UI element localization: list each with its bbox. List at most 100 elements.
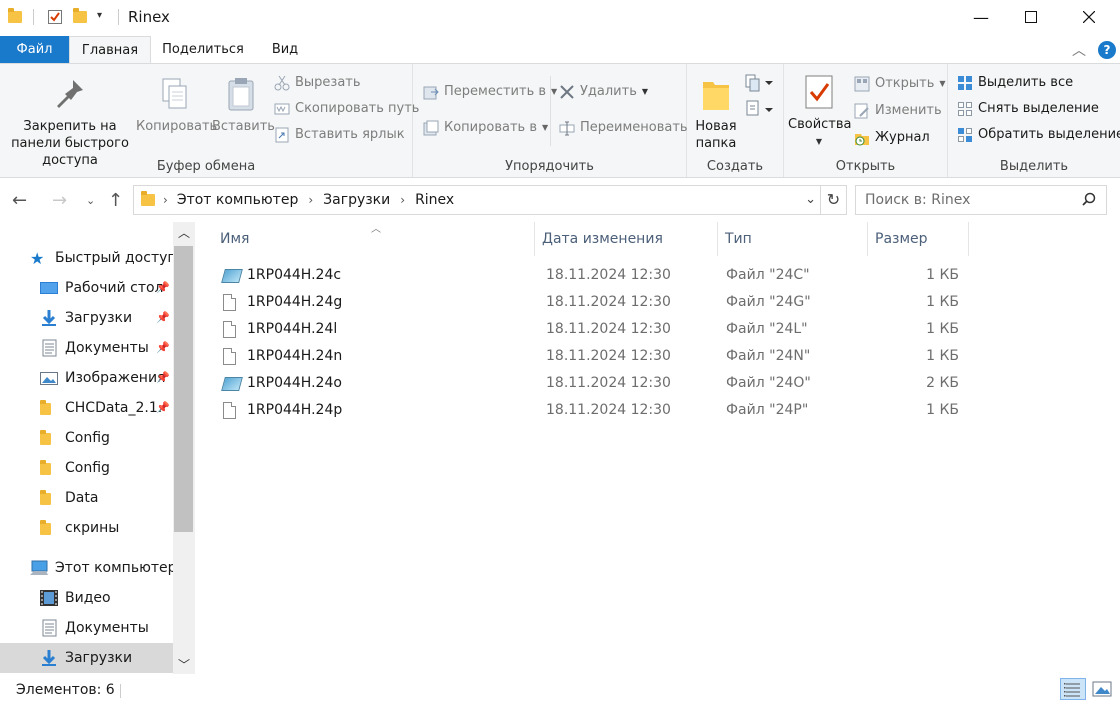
open-button[interactable]: Открыть ▼ <box>854 73 946 95</box>
history-button[interactable]: Журнал <box>854 127 930 149</box>
easy-access-button[interactable] <box>745 99 775 123</box>
history-icon <box>854 130 870 146</box>
delete-button[interactable]: Удалить ▼ <box>559 81 648 103</box>
chevron-right-icon[interactable]: › <box>308 193 313 207</box>
tab-view[interactable]: Вид <box>255 36 315 64</box>
pin-icon[interactable]: 📌 <box>156 311 170 324</box>
pin-icon[interactable]: 📌 <box>156 401 170 414</box>
move-to-label: Переместить в <box>444 84 547 99</box>
cut-button[interactable]: Вырезать <box>274 72 361 94</box>
file-name: 1RP044H.24g <box>247 294 343 310</box>
file-size: 1 КБ <box>926 402 959 418</box>
file-row[interactable]: 1RP044H.24n 18.11.2024 12:30 Файл "24N" … <box>213 344 1113 371</box>
chevron-right-icon[interactable]: › <box>163 193 168 207</box>
nav-item-documents[interactable]: Документы <box>0 613 173 643</box>
nav-this-pc[interactable]: Этот компьютер <box>0 553 173 583</box>
customize-toolbar-icon[interactable]: ▾ <box>97 10 113 26</box>
chevron-up-icon[interactable]: ︿ <box>1072 40 1086 60</box>
chevron-up-icon[interactable]: ︿ <box>178 224 190 241</box>
file-row[interactable]: 1RP044H.24c 18.11.2024 12:30 Файл "24C" … <box>213 263 1113 290</box>
large-icons-view-button[interactable] <box>1090 678 1114 700</box>
rename-button[interactable]: Переименовать <box>559 117 688 139</box>
paste-shortcut-button[interactable]: Вставить ярлык <box>274 124 405 146</box>
pin-quick-access-button[interactable]: Закрепить на панели быстрого доступа <box>4 76 136 169</box>
minimize-button[interactable]: — <box>958 0 1004 34</box>
close-button[interactable] <box>1066 0 1112 34</box>
nav-item-config[interactable]: Config <box>0 423 173 453</box>
properties-quick-icon[interactable] <box>47 9 63 25</box>
paste-button[interactable]: Вставить <box>212 76 275 135</box>
maximize-button[interactable] <box>1008 0 1054 34</box>
title-bar: ▾ Rinex — <box>0 0 1120 34</box>
pin-icon[interactable]: 📌 <box>156 341 170 354</box>
select-all-button[interactable]: Выделить все <box>957 72 1073 94</box>
nav-item-config[interactable]: Config <box>0 453 173 483</box>
pin-icon[interactable]: 📌 <box>156 281 170 294</box>
breadcrumb-rinex[interactable]: Rinex <box>415 192 454 208</box>
status-item-count: Элементов: 6 <box>16 682 115 698</box>
up-arrow-icon[interactable]: ↑ <box>108 190 123 211</box>
column-header-type[interactable]: Тип <box>718 222 868 256</box>
help-icon[interactable]: ? <box>1098 41 1116 59</box>
copy-to-label: Копировать в <box>444 120 537 135</box>
column-header-name[interactable]: Имя <box>213 222 535 256</box>
copy-path-button[interactable]: Скопировать путь <box>274 98 419 120</box>
address-bar[interactable]: › Этот компьютер › Загрузки › Rinex ⌄ <box>133 185 821 215</box>
open-group: Свойства ▼ Открыть ▼ Изменить Журнал Отк… <box>784 64 948 177</box>
dropdown-arrow-icon: ▼ <box>939 79 946 88</box>
invert-selection-button[interactable]: Обратить выделение <box>957 124 1120 146</box>
copy-to-button[interactable]: Копировать в ▼ <box>423 117 548 139</box>
tab-file[interactable]: Файл <box>0 36 69 64</box>
edit-button[interactable]: Изменить <box>854 100 942 122</box>
file-name: 1RP044H.24l <box>247 321 338 337</box>
move-to-button[interactable]: Переместить в ▼ <box>423 81 557 103</box>
column-header-size[interactable]: Размер <box>868 222 969 256</box>
video-icon <box>40 589 58 607</box>
file-icon <box>223 321 238 339</box>
tab-home[interactable]: Главная <box>69 36 151 64</box>
nav-item-video[interactable]: Видео <box>0 583 173 613</box>
dropdown-arrow-icon: ▼ <box>542 123 549 132</box>
rename-icon <box>559 120 575 136</box>
nav-scrollbar-thumb[interactable] <box>174 246 193 532</box>
nav-item-data[interactable]: Data <box>0 483 173 513</box>
forward-arrow-icon[interactable]: → <box>52 190 67 211</box>
refresh-icon[interactable]: ↻ <box>821 185 847 215</box>
nav-item-downloads[interactable]: Загрузки <box>0 303 173 333</box>
nav-quick-access-label: Быстрый доступ <box>55 250 173 266</box>
new-item-button[interactable] <box>745 72 775 96</box>
new-folder-quick-icon[interactable] <box>73 8 89 25</box>
nav-item-pictures[interactable]: Изображения <box>0 363 173 393</box>
file-row[interactable]: 1RP044H.24o 18.11.2024 12:30 Файл "24O" … <box>213 371 1113 398</box>
nav-item-screens[interactable]: скрины <box>0 513 173 543</box>
open-group-label: Открыть <box>835 159 896 174</box>
new-folder-button[interactable]: Новая папка <box>691 76 741 152</box>
copy-button[interactable]: Копировать <box>136 76 217 135</box>
recent-locations-icon[interactable]: ⌄ <box>86 194 95 207</box>
nav-item-chcdata[interactable]: CHCData_2.1. <box>0 393 173 423</box>
column-header-date[interactable]: Дата изменения <box>535 222 718 256</box>
select-none-button[interactable]: Снять выделение <box>957 98 1099 120</box>
nav-scrollbar[interactable]: ︿ ﹀ <box>173 222 195 674</box>
properties-button[interactable]: Свойства ▼ <box>788 74 852 150</box>
divider <box>550 76 551 146</box>
details-view-button[interactable] <box>1060 678 1086 700</box>
file-row[interactable]: 1RP044H.24g 18.11.2024 12:30 Файл "24G" … <box>213 290 1113 317</box>
breadcrumb-downloads[interactable]: Загрузки <box>323 192 390 208</box>
nav-item-desktop[interactable]: Рабочий стол <box>0 273 173 303</box>
pin-icon[interactable]: 📌 <box>156 371 170 384</box>
breadcrumb-this-pc[interactable]: Этот компьютер <box>177 192 299 208</box>
chevron-down-icon[interactable]: ﹀ <box>178 656 190 673</box>
back-arrow-icon[interactable]: ← <box>12 190 27 211</box>
file-row[interactable]: 1RP044H.24p 18.11.2024 12:30 Файл "24P" … <box>213 398 1113 425</box>
chevron-down-icon[interactable]: ⌄ <box>805 192 816 207</box>
tab-share[interactable]: Поделиться <box>151 36 255 64</box>
nav-item-downloads-selected[interactable]: Загрузки <box>0 643 173 673</box>
rename-label: Переименовать <box>580 120 688 135</box>
search-input[interactable]: Поиск в: Rinex <box>855 185 1107 215</box>
nav-item-documents[interactable]: Документы <box>0 333 173 363</box>
chevron-right-icon[interactable]: › <box>400 193 405 207</box>
nav-item-label: CHCData_2.1. <box>65 400 163 416</box>
nav-quick-access[interactable]: ★ Быстрый доступ <box>0 243 173 273</box>
file-row[interactable]: 1RP044H.24l 18.11.2024 12:30 Файл "24L" … <box>213 317 1113 344</box>
